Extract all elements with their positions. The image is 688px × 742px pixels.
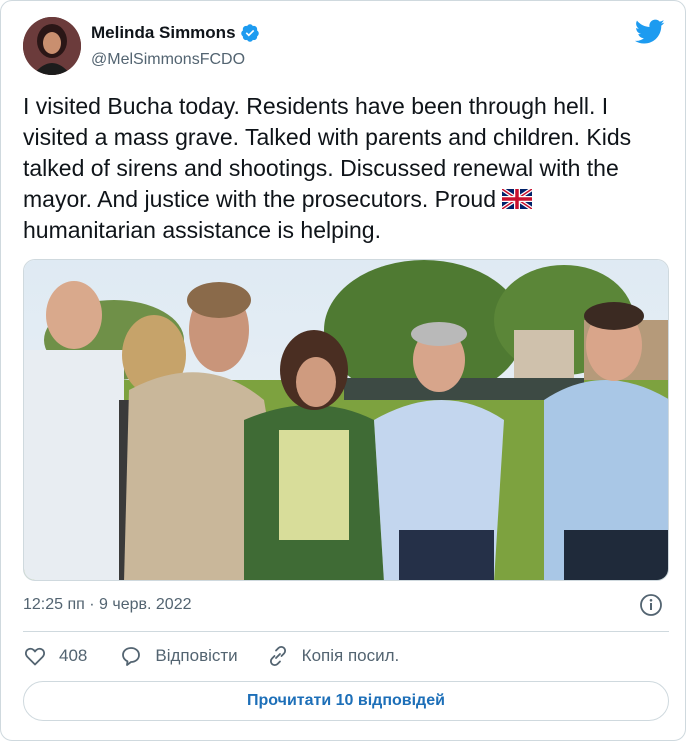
- heart-icon: [25, 647, 45, 666]
- like-button[interactable]: 408: [23, 644, 87, 668]
- reply-button[interactable]: Відповісти: [119, 644, 238, 668]
- tweet-photo[interactable]: [23, 259, 669, 581]
- reply-bubble-icon: [122, 647, 141, 666]
- tweet-text: I visited Bucha today. Residents have be…: [23, 91, 663, 246]
- author-name[interactable]: Melinda Simmons: [91, 23, 236, 43]
- like-count: 408: [59, 646, 88, 665]
- reply-label: Відповісти: [155, 646, 238, 665]
- verified-badge-icon: [240, 24, 259, 42]
- read-replies-button[interactable]: Прочитати 10 відповідей: [23, 681, 669, 721]
- author-handle[interactable]: @MelSimmonsFCDO: [91, 51, 245, 69]
- link-icon: [269, 645, 286, 667]
- tweet-timestamp[interactable]: 12:25 пп · 9 черв. 2022: [23, 596, 192, 614]
- tweet-actions: 408 Відповісти Копія посил.: [23, 644, 399, 668]
- divider: [23, 631, 669, 632]
- info-icon[interactable]: [639, 593, 663, 617]
- copy-link-button[interactable]: Копія посил.: [266, 644, 400, 668]
- uk-flag-icon: [502, 189, 533, 209]
- copy-link-label: Копія посил.: [301, 646, 400, 665]
- tweet-card: Melinda Simmons @MelSimmonsFCDO I visite…: [0, 0, 686, 741]
- tweet-text-main: I visited Bucha today. Residents have be…: [23, 93, 632, 212]
- avatar[interactable]: [23, 17, 81, 75]
- twitter-bird-icon[interactable]: [635, 19, 665, 45]
- tweet-text-end: humanitarian assistance is helping.: [23, 217, 381, 243]
